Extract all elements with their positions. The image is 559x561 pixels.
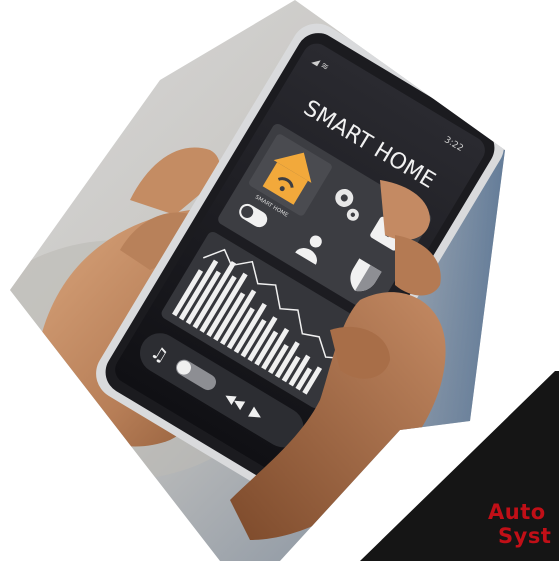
caption: Auto Syst: [488, 500, 559, 561]
scene: ◢ ≋ 3:22 SMART HOME SMART HOME ♫ ◀◀ ▶: [10, 0, 559, 561]
caption-line-2: Syst: [498, 524, 552, 548]
caption-line-1: Auto: [488, 500, 546, 524]
